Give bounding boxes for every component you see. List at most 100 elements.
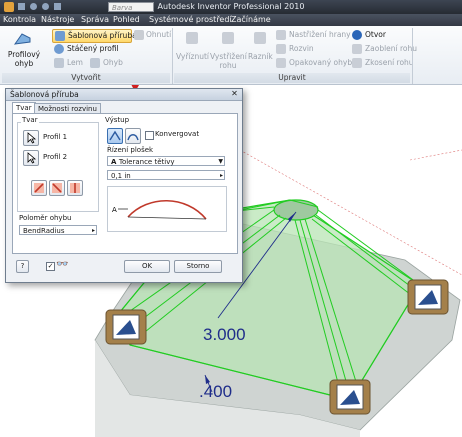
tab-sprava[interactable]: Správa xyxy=(80,15,110,25)
bend-radius-value: BendRadius xyxy=(23,227,65,235)
undo-icon[interactable] xyxy=(30,3,37,10)
profile2-label: Profil 2 xyxy=(43,153,68,161)
corner-cut-icon xyxy=(222,32,234,44)
cut-button[interactable]: Vyříznutí xyxy=(176,28,210,72)
unfold-label: Rozvin xyxy=(289,44,314,53)
unfold-icon xyxy=(276,44,286,54)
facet-value: 0,1 in xyxy=(111,172,131,180)
flip-side-button[interactable] xyxy=(31,180,47,196)
save-icon[interactable] xyxy=(18,3,25,10)
lofted-flange-label: Šablonová příruba xyxy=(68,31,137,40)
facet-preview: A xyxy=(107,186,227,232)
bend-label: Ohnutí xyxy=(146,30,172,39)
lofted-flange-dialog: Šablonová příruba ✕ Tvar Možnosti rozvin… xyxy=(5,88,243,283)
quick-access-icons[interactable] xyxy=(18,3,98,11)
repeated-bend-button[interactable]: Opakovaný ohyb xyxy=(276,57,352,69)
bend-radius-field[interactable]: BendRadius ▸ xyxy=(19,225,97,235)
chevron-right-icon: ▸ xyxy=(219,172,223,179)
tab-systemove-prostredi[interactable]: Systémové prostředí xyxy=(148,15,233,25)
refold-label: Nastřižení hrany xyxy=(289,30,351,39)
chord-tolerance-diagram: A xyxy=(112,199,207,220)
tab-zaciname[interactable]: Začínáme xyxy=(230,15,272,25)
svg-text:A: A xyxy=(112,206,117,214)
corner-chamfer-button[interactable]: Zkosení rohu xyxy=(352,57,426,69)
fold-icon xyxy=(90,58,100,68)
grip-glyph-right[interactable] xyxy=(407,279,449,315)
help-button[interactable]: ? xyxy=(16,260,29,273)
preview-checkbox[interactable]: ✓ xyxy=(46,262,55,271)
output-group-label: Výstup xyxy=(105,116,130,124)
grip-glyph-left[interactable] xyxy=(105,309,147,345)
output-die-formed-button[interactable] xyxy=(125,128,141,144)
facet-control-value: Tolerance tětivy xyxy=(118,158,175,166)
lofted-flange-button[interactable]: Šablonová příruba xyxy=(52,29,137,43)
output-press-brake-button[interactable] xyxy=(107,128,123,144)
chevron-down-icon: ▼ xyxy=(218,158,223,165)
contour-roll-icon xyxy=(54,44,64,54)
panel-separator xyxy=(172,28,173,84)
corner-cut-label-2: rohu xyxy=(219,61,237,70)
contour-flange-label-1: Profilový xyxy=(7,50,41,59)
cut-label: Vyříznutí xyxy=(176,52,210,61)
corner-cut-label-1: Vystřižení xyxy=(210,52,247,61)
modify-panel-label: Upravit xyxy=(174,73,410,83)
punch-icon xyxy=(254,32,266,44)
facet-control-label: Řízení plošek xyxy=(107,146,154,154)
tab-nastroje[interactable]: Nástroje xyxy=(40,15,75,25)
top-opening xyxy=(273,199,319,221)
dimension-value[interactable]: 3.000 xyxy=(203,325,246,345)
home-icon[interactable] xyxy=(54,3,61,10)
converge-checkbox[interactable] xyxy=(145,131,154,140)
facet-value-field[interactable]: 0,1 in ▸ xyxy=(107,170,225,180)
die-formed-icon xyxy=(127,134,139,141)
hem-label: Lem xyxy=(67,58,83,67)
profile1-select-button[interactable] xyxy=(23,130,39,146)
dialog-title: Šablonová příruba xyxy=(10,90,79,99)
fold-button[interactable]: Ohyb xyxy=(90,57,130,69)
symmetric-button[interactable] xyxy=(67,180,83,196)
contour-roll-button[interactable]: Stáčený profil xyxy=(54,43,134,55)
press-brake-icon xyxy=(109,130,121,141)
tab-pohled[interactable]: Pohled xyxy=(112,15,141,25)
bend-button[interactable]: Ohnutí xyxy=(132,29,172,41)
facet-control-select[interactable]: A Tolerance tětivy ▼ xyxy=(107,156,225,166)
tab-kontrola[interactable]: Kontrola xyxy=(2,15,37,25)
title-bar: Autodesk Inventor Professional 2010 Barv… xyxy=(0,0,462,14)
hole-button[interactable]: Otvor xyxy=(352,29,412,41)
app-logo-icon[interactable] xyxy=(4,2,14,12)
contour-flange-button[interactable]: Profilový ohyb xyxy=(4,28,44,72)
flip-side-2-button[interactable] xyxy=(49,180,65,196)
search-box[interactable]: Barva xyxy=(108,2,154,12)
hole-icon xyxy=(352,30,362,40)
grip-glyph-bottom[interactable] xyxy=(329,379,371,415)
converge-label: Konvergovat xyxy=(155,130,200,138)
lofted-flange-icon xyxy=(55,31,65,41)
close-icon[interactable]: ✕ xyxy=(230,90,239,98)
punch-button[interactable]: Razník xyxy=(248,28,273,72)
bend-radius-label: Poloměr ohybu xyxy=(19,214,72,222)
redo-icon[interactable] xyxy=(42,3,49,10)
unfold-button[interactable]: Rozvin xyxy=(276,43,350,55)
punch-label: Razník xyxy=(248,52,273,61)
hem-button[interactable]: Lem xyxy=(54,57,86,69)
corner-cut-button[interactable]: Vystřižení rohu xyxy=(210,28,247,72)
hole-label: Otvor xyxy=(365,30,386,39)
refold-icon xyxy=(276,30,286,40)
dimension-value-2[interactable]: .400 xyxy=(199,382,232,402)
profile2-select-button[interactable] xyxy=(23,150,39,166)
preview-glasses-icon: 👓 xyxy=(56,259,69,270)
ok-button[interactable]: OK xyxy=(124,260,170,273)
corner-round-icon xyxy=(352,44,362,54)
corner-chamfer-label: Zkosení rohu xyxy=(365,58,414,67)
contour-flange-label-2: ohyb xyxy=(14,59,34,68)
chord-tolerance-icon: A xyxy=(111,158,119,166)
cancel-button[interactable]: Storno xyxy=(174,260,222,273)
profile1-label: Profil 1 xyxy=(43,133,68,141)
help-icon: ? xyxy=(20,262,25,270)
hem-icon xyxy=(54,58,64,68)
contour-flange-icon xyxy=(14,33,31,45)
shape-group-label: Tvar xyxy=(21,116,39,124)
dialog-title-bar[interactable]: Šablonová příruba ✕ xyxy=(6,89,242,101)
chevron-right-icon: ▸ xyxy=(91,227,95,234)
refold-button[interactable]: Nastřižení hrany xyxy=(276,29,351,41)
